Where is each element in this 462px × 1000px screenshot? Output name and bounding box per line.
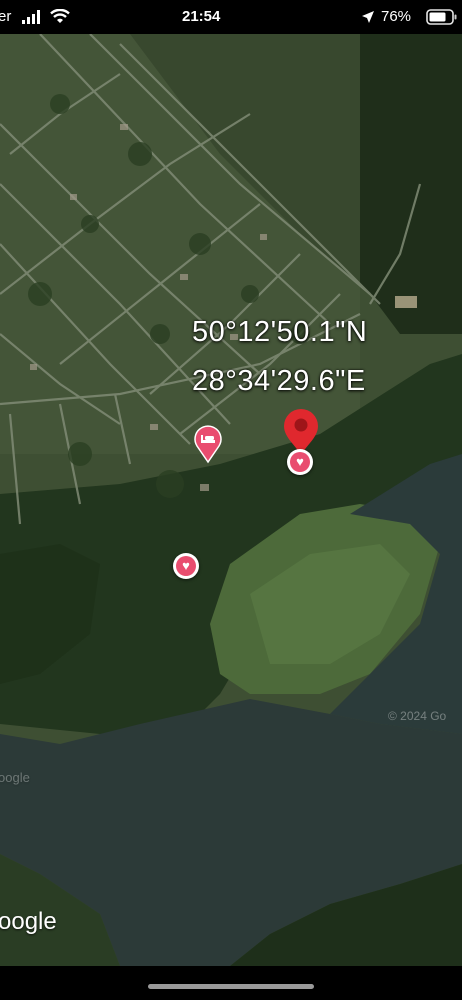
google-watermark: oogle: [0, 908, 57, 935]
satellite-imagery: [0, 34, 462, 966]
home-indicator[interactable]: [148, 984, 314, 989]
latitude-label: 50°12'50.1"N: [192, 316, 368, 348]
map-copyright: © 2024 Go: [388, 709, 447, 723]
clock-time: 21:54: [182, 8, 221, 25]
satellite-map[interactable]: 50°12'50.1"N 28°34'29.6"E ♥ ♥ © 2024 Go …: [0, 34, 462, 966]
hotel-bed-icon[interactable]: [193, 424, 223, 464]
battery-icon: [426, 9, 457, 25]
favorite-heart-icon[interactable]: ♥: [173, 553, 199, 579]
longitude-label: 28°34'29.6"E: [192, 365, 366, 397]
location-arrow-icon: [362, 11, 374, 23]
home-bar: [0, 966, 462, 1000]
wifi-icon: [50, 9, 70, 23]
status-bar: er 21:54 76%: [0, 0, 462, 34]
carrier-name: er: [0, 8, 12, 25]
signal-icon: [22, 10, 40, 24]
google-watermark-faint: oogle: [0, 770, 30, 785]
favorite-heart-icon[interactable]: ♥: [287, 449, 313, 475]
battery-percent: 76%: [381, 8, 412, 25]
